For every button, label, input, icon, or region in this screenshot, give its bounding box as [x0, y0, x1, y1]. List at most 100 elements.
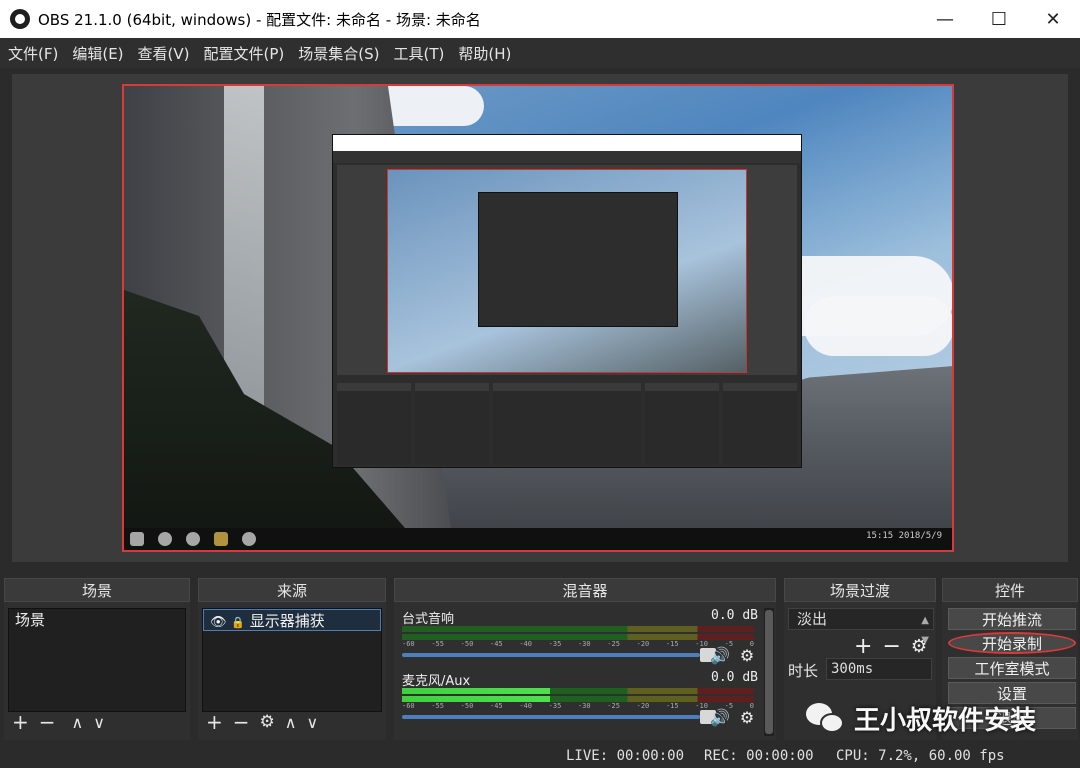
- scrollbar-thumb[interactable]: [765, 610, 773, 734]
- nested-obs-capture: [332, 134, 802, 468]
- channel-name: 麦克风/Aux: [402, 674, 471, 689]
- speaker-icon[interactable]: 🔊: [710, 708, 730, 727]
- channel-db: 0.0 dB: [711, 670, 758, 685]
- transition-select[interactable]: 淡出 ▲ ▼: [788, 608, 934, 646]
- taskbar-time: 15:15: [866, 531, 894, 541]
- volume-slider[interactable]: [402, 710, 716, 724]
- remove-scene-icon[interactable]: −: [39, 710, 56, 734]
- folder-icon: [214, 532, 228, 546]
- start-streaming-button[interactable]: 开始推流: [948, 608, 1076, 630]
- move-up-icon[interactable]: ∧: [72, 713, 84, 732]
- speaker-icon[interactable]: 🔊: [710, 646, 730, 665]
- menu-bar: 文件(F) 编辑(E) 查看(V) 配置文件(P) 场景集合(S) 工具(T) …: [0, 38, 1080, 68]
- live-status: LIVE: 00:00:00: [566, 748, 685, 764]
- nested-dock: [645, 383, 719, 465]
- nested-dock: [493, 383, 641, 465]
- meter-tick-label: -20: [636, 702, 650, 710]
- maximize-button[interactable]: ☐: [972, 0, 1026, 38]
- meter-tick-label: -60: [402, 640, 415, 648]
- preview-canvas[interactable]: 15:15 2018/5/9: [122, 84, 954, 552]
- nested-preview: [337, 165, 797, 375]
- meter-tick-label: -50: [460, 640, 474, 648]
- taskbar-clock: 15:15 2018/5/9: [866, 531, 942, 541]
- menu-edit[interactable]: 编辑(E): [72, 43, 123, 64]
- meter-tick-label: -55: [431, 702, 444, 710]
- move-down-icon[interactable]: ∨: [307, 713, 319, 732]
- meter-tick-label: -25: [607, 702, 620, 710]
- duration-input[interactable]: 300ms: [826, 658, 932, 680]
- obs-icon: [242, 532, 256, 546]
- sources-list[interactable]: 👁 🔒 显示器捕获: [202, 608, 382, 712]
- meter-tick-label: -35: [548, 702, 562, 710]
- meter-tick-label: -15: [665, 640, 679, 648]
- close-button[interactable]: ✕: [1026, 0, 1080, 38]
- menu-help[interactable]: 帮助(H): [458, 43, 511, 64]
- sources-header: 来源: [198, 578, 386, 602]
- preview-area[interactable]: 15:15 2018/5/9: [12, 74, 1068, 562]
- mixer-scrollbar[interactable]: [764, 608, 774, 736]
- move-down-icon[interactable]: ∨: [93, 713, 105, 732]
- nested-title-bar: [333, 135, 801, 151]
- window-title: OBS 21.1.0 (64bit, windows) - 配置文件: 未命名 …: [38, 10, 481, 29]
- title-bar: OBS 21.1.0 (64bit, windows) - 配置文件: 未命名 …: [0, 0, 1080, 38]
- meter-tick-label: -40: [519, 640, 532, 648]
- meter-tick-label: -45: [489, 702, 503, 710]
- watermark: 王小叔软件安装: [806, 700, 1036, 737]
- menu-scene-collection[interactable]: 场景集合(S): [298, 43, 379, 64]
- meter-tick-label: -50: [460, 702, 474, 710]
- studio-mode-button[interactable]: 工作室模式: [948, 657, 1076, 679]
- channel-name: 台式音响: [402, 612, 455, 627]
- scenes-dock: 场景 场景 + − ∧ ∨: [4, 578, 190, 740]
- scene-item[interactable]: 场景: [9, 609, 185, 631]
- start-recording-button[interactable]: 开始录制: [948, 632, 1076, 654]
- mixer-header: 混音器: [394, 578, 776, 602]
- taskbar-date: 2018/5/9: [898, 531, 942, 541]
- volume-meter: [402, 626, 754, 632]
- gear-icon[interactable]: ⚙: [260, 712, 275, 732]
- nested-dock: [337, 383, 411, 465]
- meter-tick-label: -15: [665, 702, 679, 710]
- menu-profile[interactable]: 配置文件(P): [204, 43, 285, 64]
- remove-source-icon[interactable]: −: [233, 710, 250, 734]
- source-item-label: 显示器捕获: [249, 612, 325, 630]
- source-item[interactable]: 👁 🔒 显示器捕获: [203, 609, 381, 631]
- watermark-text: 王小叔软件安装: [854, 706, 1037, 736]
- mixer-channel: 台式音响 0.0 dB -60 -55 -50 -45 -40 -35 -30 -25 -20 -…: [398, 608, 764, 670]
- menu-view[interactable]: 查看(V): [138, 43, 190, 64]
- add-transition-icon[interactable]: +: [854, 634, 872, 659]
- cloud-image: [804, 296, 952, 356]
- captured-taskbar: 15:15 2018/5/9: [124, 528, 952, 550]
- wechat-icon: [806, 701, 846, 737]
- nested-dock: [415, 383, 489, 465]
- meter-tick-label: -35: [548, 640, 562, 648]
- gear-icon[interactable]: ⚙: [911, 636, 927, 657]
- volume-meter: [402, 688, 754, 694]
- meter-tick-label: -55: [431, 640, 444, 648]
- meter-tick-label: -30: [577, 702, 591, 710]
- rec-status: REC: 00:00:00: [704, 748, 814, 764]
- meter-tick-label: -25: [607, 640, 620, 648]
- meter-tick-label: -40: [519, 702, 532, 710]
- menu-tools[interactable]: 工具(T): [393, 43, 444, 64]
- scenes-list[interactable]: 场景: [8, 608, 186, 712]
- wechat-bubble: [820, 712, 844, 733]
- gear-icon[interactable]: ⚙: [740, 708, 754, 727]
- remove-transition-icon[interactable]: −: [882, 634, 900, 659]
- add-source-icon[interactable]: +: [206, 710, 223, 734]
- visibility-eye-icon[interactable]: 👁: [210, 615, 227, 630]
- menu-file[interactable]: 文件(F): [8, 43, 58, 64]
- obs-logo-icon: [10, 9, 30, 29]
- move-up-icon[interactable]: ∧: [285, 713, 297, 732]
- sources-dock: 来源 👁 🔒 显示器捕获 + − ⚙ ∧ ∨: [198, 578, 386, 740]
- browser-icon: [186, 532, 200, 546]
- duration-label: 时长: [788, 662, 819, 680]
- nested-docks: [337, 383, 797, 465]
- mixer-dock: 混音器 台式音响 0.0 dB -60 -55 -50 -45 -40 -35 -30 -25…: [394, 578, 776, 740]
- search-icon: [158, 532, 172, 546]
- scenes-header: 场景: [4, 578, 190, 602]
- volume-slider[interactable]: [402, 648, 716, 662]
- lock-icon[interactable]: 🔒: [231, 616, 245, 629]
- gear-icon[interactable]: ⚙: [740, 646, 754, 665]
- minimize-button[interactable]: —: [918, 0, 972, 38]
- add-scene-icon[interactable]: +: [12, 710, 29, 734]
